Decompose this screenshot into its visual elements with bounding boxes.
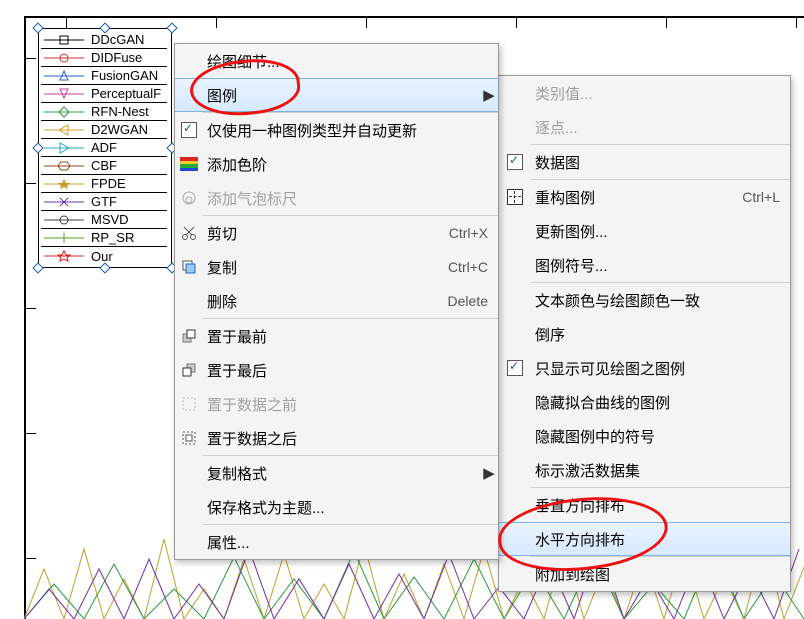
copy-icon xyxy=(181,259,197,275)
submenu-item-update-legend[interactable]: 更新图例... xyxy=(499,214,790,248)
legend-label: FusionGAN xyxy=(91,68,158,83)
menu-item-add-colorscale[interactable]: 添加色阶 xyxy=(175,147,498,181)
legend-item[interactable]: RP_SR xyxy=(41,229,167,247)
submenu-item-reverse-order[interactable]: 倒序 xyxy=(499,317,790,351)
submenu-item-arrange-vertical[interactable]: 垂直方向排布 xyxy=(499,488,790,522)
legend-label: RFN-Nest xyxy=(91,104,149,119)
legend-label: DIDFuse xyxy=(91,50,142,65)
submenu-arrow-icon: ▶ xyxy=(480,86,498,104)
legend-label: FPDE xyxy=(91,176,126,191)
legend-submenu: 类别值... 逐点... 数据图 重构图例 Ctrl+L 更新图例... 图例符… xyxy=(498,75,791,592)
reconstruct-icon xyxy=(507,189,523,205)
submenu-item-arrange-horizontal[interactable]: 水平方向排布 xyxy=(499,522,790,556)
checkbox-icon xyxy=(181,122,197,138)
legend-label: Our xyxy=(91,249,113,264)
send-back-icon xyxy=(181,362,197,378)
legend-label: GTF xyxy=(91,194,117,209)
legend-item[interactable]: PerceptualF xyxy=(41,85,167,103)
legend-label: CBF xyxy=(91,158,117,173)
legend-item[interactable]: GTF xyxy=(41,193,167,211)
legend-item[interactable]: FPDE xyxy=(41,175,167,193)
submenu-item-categorical: 类别值... xyxy=(499,76,790,110)
legend-label: MSVD xyxy=(91,212,129,227)
shortcut-text: Ctrl+L xyxy=(742,189,790,205)
shortcut-text: Delete xyxy=(448,293,498,309)
menu-item-bring-front[interactable]: 置于最前 xyxy=(175,319,498,353)
menu-item-send-back[interactable]: 置于最后 xyxy=(175,353,498,387)
legend-item[interactable]: CBF xyxy=(41,157,167,175)
menu-item-cut[interactable]: 剪切 Ctrl+X xyxy=(175,216,498,250)
context-menu: 绘图细节... 图例 ▶ 仅使用一种图例类型并自动更新 添加色阶 添加气泡标尺 … xyxy=(174,43,499,560)
legend-label: RP_SR xyxy=(91,230,134,245)
menu-item-copy-format[interactable]: 复制格式 ▶ xyxy=(175,456,498,490)
menu-item-properties[interactable]: 属性... xyxy=(175,525,498,559)
legend-item[interactable]: RFN-Nest xyxy=(41,103,167,121)
legend-item[interactable]: ADF xyxy=(41,139,167,157)
menu-item-after-data[interactable]: 置于数据之后 xyxy=(175,421,498,455)
legend-label: ADF xyxy=(91,140,117,155)
after-data-icon xyxy=(181,430,197,446)
submenu-item-point-by-point: 逐点... xyxy=(499,110,790,144)
submenu-item-mark-active-dataset[interactable]: 标示激活数据集 xyxy=(499,453,790,487)
submenu-item-hide-legend-symbol[interactable]: 隐藏图例中的符号 xyxy=(499,419,790,453)
checkbox-icon xyxy=(507,154,523,170)
submenu-arrow-icon: ▶ xyxy=(480,464,498,482)
bubble-icon xyxy=(181,190,197,206)
submenu-item-text-color-match[interactable]: 文本颜色与绘图颜色一致 xyxy=(499,283,790,317)
submenu-item-data-plot[interactable]: 数据图 xyxy=(499,145,790,179)
legend-item[interactable]: MSVD xyxy=(41,211,167,229)
submenu-item-attach-to-plot[interactable]: 附加到绘图 xyxy=(499,557,790,591)
submenu-item-legend-symbol[interactable]: 图例符号... xyxy=(499,248,790,282)
chart-legend[interactable]: DDcGAN DIDFuse FusionGAN PerceptualF RFN… xyxy=(38,28,172,268)
scissors-icon xyxy=(181,225,197,241)
menu-item-copy[interactable]: 复制 Ctrl+C xyxy=(175,250,498,284)
shortcut-text: Ctrl+X xyxy=(449,225,498,241)
checkbox-icon xyxy=(507,360,523,376)
legend-item[interactable]: DIDFuse xyxy=(41,49,167,67)
legend-label: PerceptualF xyxy=(91,86,161,101)
submenu-item-show-visible-only[interactable]: 只显示可见绘图之图例 xyxy=(499,351,790,385)
menu-item-save-format-theme[interactable]: 保存格式为主题... xyxy=(175,490,498,524)
submenu-item-hide-fit-curve[interactable]: 隐藏拟合曲线的图例 xyxy=(499,385,790,419)
menu-item-use-one-legend[interactable]: 仅使用一种图例类型并自动更新 xyxy=(175,113,498,147)
legend-label: DDcGAN xyxy=(91,32,144,47)
shortcut-text: Ctrl+C xyxy=(448,259,498,275)
legend-label: D2WGAN xyxy=(91,122,148,137)
colorscale-icon xyxy=(180,157,198,171)
submenu-item-reconstruct[interactable]: 重构图例 Ctrl+L xyxy=(499,180,790,214)
menu-item-plot-details[interactable]: 绘图细节... xyxy=(175,44,498,78)
menu-item-delete[interactable]: 删除 Delete xyxy=(175,284,498,318)
before-data-icon xyxy=(181,396,197,412)
legend-item[interactable]: D2WGAN xyxy=(41,121,167,139)
legend-item[interactable]: FusionGAN xyxy=(41,67,167,85)
bring-front-icon xyxy=(181,328,197,344)
menu-item-before-data: 置于数据之前 xyxy=(175,387,498,421)
menu-item-legend[interactable]: 图例 ▶ xyxy=(175,78,498,112)
menu-item-add-bubble-ruler: 添加气泡标尺 xyxy=(175,181,498,215)
